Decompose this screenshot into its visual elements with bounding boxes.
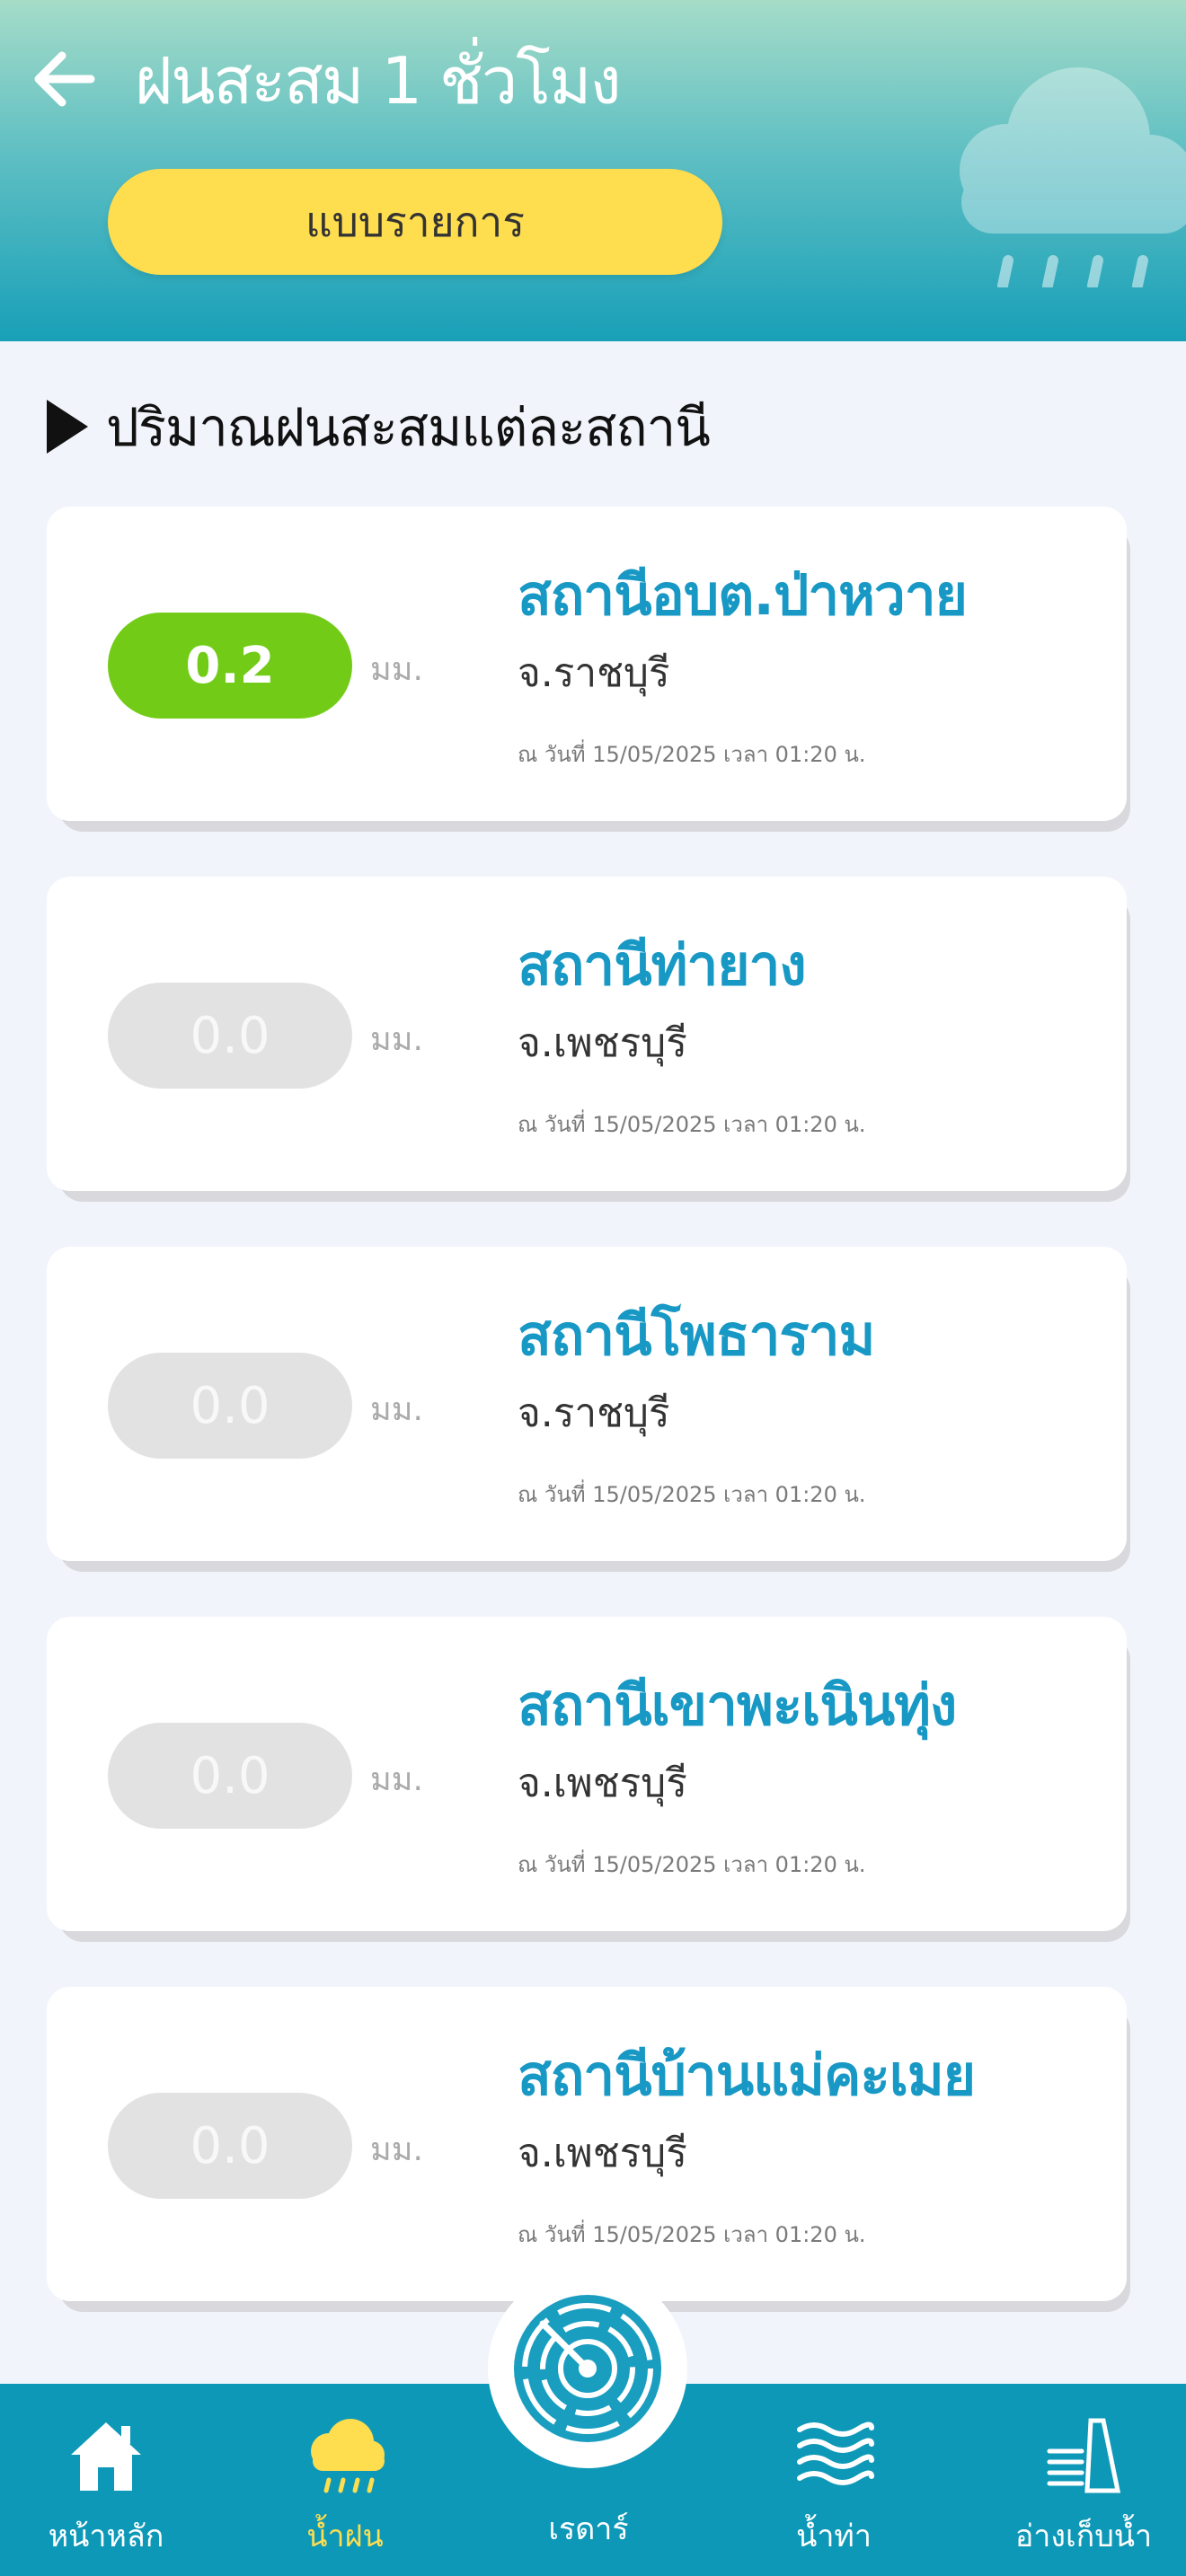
rain-value-badge: 0.0 xyxy=(108,2093,352,2199)
station-timestamp: ณ วันที่ 15/05/2025 เวลา 01:20 น. xyxy=(518,1482,866,1507)
station-card: 0.0 มม. สถานีท่ายาง จ.เพชรบุรี ณ วันที่ … xyxy=(47,877,1130,1209)
station-card: 0.0 มม. สถานีโพธาราม จ.ราชบุรี ณ วันที่ … xyxy=(47,1247,1130,1579)
station-card-body[interactable]: 0.2 มม. สถานีอบต.ป่าหวาย จ.ราชบุรี ณ วัน… xyxy=(47,507,1127,821)
section-title-label: ปริมาณฝนสะสมแต่ละสถานี xyxy=(106,396,711,458)
dam-icon xyxy=(1039,2411,1128,2501)
station-name: สถานีอบต.ป่าหวาย xyxy=(518,562,968,628)
station-timestamp: ณ วันที่ 15/05/2025 เวลา 01:20 น. xyxy=(518,742,866,767)
nav-label-reservoir: อ่างเก็บน้ำ xyxy=(1014,2519,1153,2554)
nav-label-radar: เรดาร์ xyxy=(548,2511,629,2547)
section-title: ปริมาณฝนสะสมแต่ละสถานี xyxy=(45,386,711,467)
station-name: สถานีเขาพะเนินทุ่ง xyxy=(518,1672,957,1738)
nav-item-reservoir[interactable]: อ่างเก็บน้ำ xyxy=(985,2411,1182,2572)
rain-unit: มม. xyxy=(370,1391,423,1428)
station-timestamp: ณ วันที่ 15/05/2025 เวลา 01:20 น. xyxy=(518,1852,866,1877)
radar-button[interactable] xyxy=(488,2269,687,2468)
nav-item-runoff[interactable]: น้ำท่า xyxy=(735,2411,933,2572)
rain-value-badge: 0.0 xyxy=(108,1723,352,1829)
station-province: จ.เพชรบุรี xyxy=(518,1020,687,1066)
rain-value-badge: 0.0 xyxy=(108,1353,352,1459)
station-card: 0.0 มม. สถานีเขาพะเนินทุ่ง จ.เพชรบุรี ณ … xyxy=(47,1617,1130,1949)
nav-label-runoff: น้ำท่า xyxy=(796,2519,872,2554)
station-card-body[interactable]: 0.0 มม. สถานีโพธาราม จ.ราชบุรี ณ วันที่ … xyxy=(47,1247,1127,1561)
nav-item-rain[interactable]: น้ำฝน xyxy=(246,2411,444,2572)
water-waves-icon xyxy=(789,2411,879,2501)
station-timestamp: ณ วันที่ 15/05/2025 เวลา 01:20 น. xyxy=(518,1112,866,1137)
station-province: จ.ราชบุรี xyxy=(518,650,670,696)
back-button[interactable] xyxy=(23,34,104,124)
station-province: จ.เพชรบุรี xyxy=(518,2130,687,2176)
rain-cloud-icon xyxy=(960,67,1186,287)
station-card-body[interactable]: 0.0 มม. สถานีท่ายาง จ.เพชรบุรี ณ วันที่ … xyxy=(47,877,1127,1191)
list-view-button[interactable]: แบบรายการ xyxy=(108,169,722,275)
station-name: สถานีบ้านแม่คะเมย xyxy=(518,2042,976,2108)
nav-label-rain: น้ำฝน xyxy=(306,2519,384,2554)
station-province: จ.ราชบุรี xyxy=(518,1390,670,1436)
rain-unit: มม. xyxy=(370,1021,423,1058)
rain-cloud-icon xyxy=(300,2411,390,2501)
station-name: สถานีท่ายาง xyxy=(518,932,807,998)
rain-unit: มม. xyxy=(370,2131,423,2168)
station-card: 0.2 มม. สถานีอบต.ป่าหวาย จ.ราชบุรี ณ วัน… xyxy=(47,507,1130,839)
station-card-body[interactable]: 0.0 มม. สถานีบ้านแม่คะเมย จ.เพชรบุรี ณ ว… xyxy=(47,1987,1127,2301)
station-timestamp: ณ วันที่ 15/05/2025 เวลา 01:20 น. xyxy=(518,2222,866,2247)
page-title: ฝนสะสม 1 ชั่วโมง xyxy=(135,43,622,119)
station-province: จ.เพชรบุรี xyxy=(518,1760,687,1806)
home-icon xyxy=(61,2411,151,2501)
rain-unit: มม. xyxy=(370,651,423,688)
header: ฝนสะสม 1 ชั่วโมง แบบรายการ xyxy=(0,0,1186,341)
station-card-body[interactable]: 0.0 มม. สถานีเขาพะเนินทุ่ง จ.เพชรบุรี ณ … xyxy=(47,1617,1127,1931)
rain-unit: มม. xyxy=(370,1761,423,1798)
rain-value-badge: 0.0 xyxy=(108,983,352,1089)
triangle-right-icon xyxy=(47,400,88,454)
station-name: สถานีโพธาราม xyxy=(518,1302,875,1368)
nav-item-home[interactable]: หน้าหลัก xyxy=(7,2411,205,2572)
rain-value-badge: 0.2 xyxy=(108,613,352,719)
arrow-left-icon xyxy=(34,51,95,107)
nav-label-home: หน้าหลัก xyxy=(48,2519,164,2554)
radar-icon xyxy=(514,2295,661,2442)
